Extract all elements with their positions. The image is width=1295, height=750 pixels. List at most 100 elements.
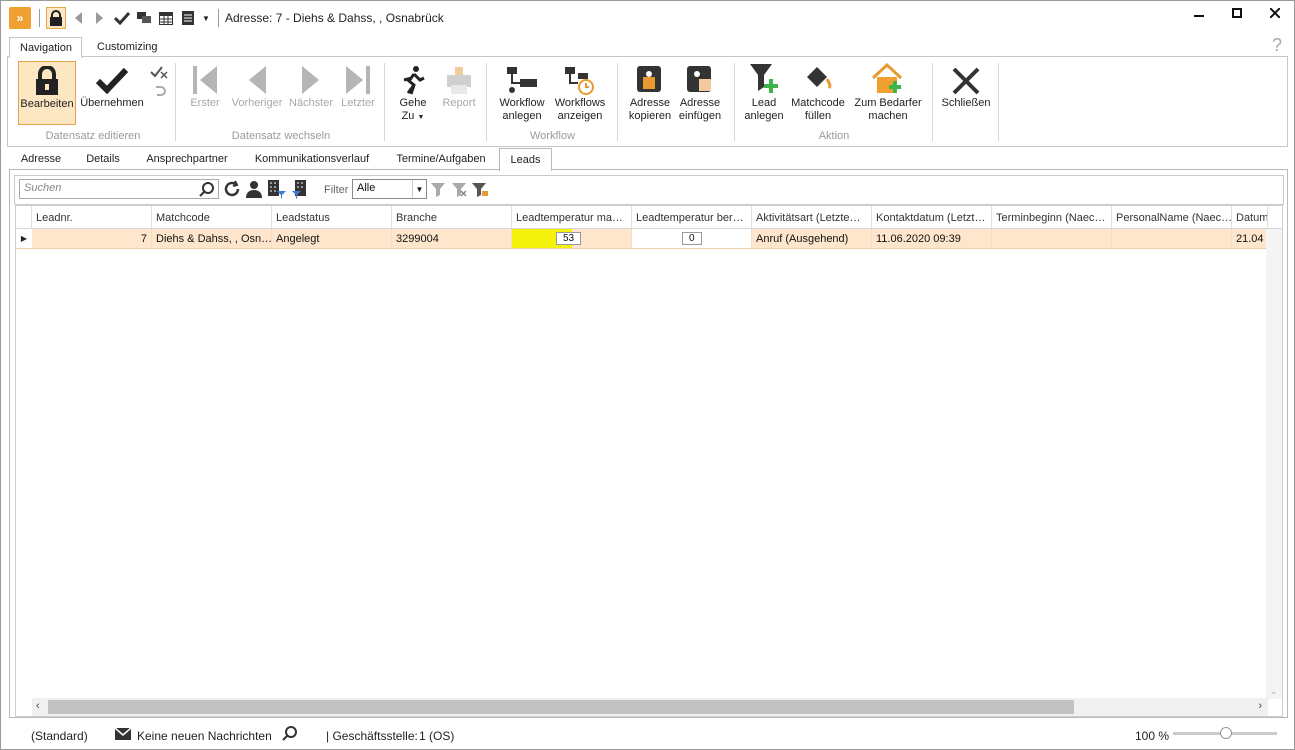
adresse-einfuegen-button[interactable]: Adresse einfügen: [676, 61, 724, 125]
column-header[interactable]: Leadtemperatur ber…: [632, 206, 752, 229]
tab-leads[interactable]: Leads: [499, 148, 552, 171]
uebernehmen-label: Übernehmen: [80, 97, 144, 109]
checkmark-icon: [96, 61, 128, 95]
cell-datum[interactable]: 21.04: [1232, 229, 1268, 248]
group-label-aktion: Aktion: [818, 130, 850, 142]
building-list-icon[interactable]: [291, 179, 311, 199]
tab-customizing[interactable]: Customizing: [87, 37, 167, 58]
tab-details[interactable]: Details: [75, 151, 131, 170]
magnifier-icon[interactable]: [282, 725, 298, 744]
matchcode-label-2: füllen: [804, 110, 832, 122]
calendar-icon[interactable]: [156, 7, 176, 29]
quickbar-dropdown-icon[interactable]: ▼: [200, 7, 212, 29]
temperature-value: 53: [556, 232, 582, 245]
minimize-icon[interactable]: [1180, 1, 1218, 25]
scroll-right-icon[interactable]: ›: [1258, 700, 1262, 712]
funnel-clear-icon[interactable]: [449, 179, 469, 199]
last-record-icon: [345, 61, 371, 95]
check-cancel-icon[interactable]: [150, 65, 168, 82]
cell-leadnr[interactable]: 7: [32, 229, 152, 248]
funnel-edit-icon[interactable]: [470, 179, 490, 199]
uebernehmen-button[interactable]: Übernehmen: [79, 61, 145, 125]
cell-leadstatus[interactable]: Angelegt: [272, 229, 392, 248]
matchcode-fuellen-button[interactable]: Matchcode füllen: [790, 61, 846, 125]
envelope-icon: [114, 727, 132, 743]
column-header[interactable]: Leadnr.: [32, 206, 152, 229]
column-header[interactable]: Matchcode: [152, 206, 272, 229]
status-branch-label: | Geschäftsstelle:: [326, 728, 418, 743]
building-filter-icon[interactable]: [267, 179, 287, 199]
search-input[interactable]: Suchen: [19, 179, 219, 199]
adresse-kopieren-button[interactable]: Adresse kopieren: [626, 61, 674, 125]
refresh-icon[interactable]: [222, 179, 242, 199]
cell-matchcode[interactable]: Diehs & Dahss, , Osn…: [152, 229, 272, 248]
scroll-down-icon[interactable]: ⌄: [1270, 686, 1278, 697]
workflow-anlegen-label-2: anlegen: [502, 110, 542, 122]
row-indicator-icon: ▶: [16, 229, 32, 248]
column-header[interactable]: Branche: [392, 206, 512, 229]
app-logo-icon[interactable]: »: [9, 7, 31, 29]
column-header[interactable]: Leadtemperatur ma…: [512, 206, 632, 229]
gehe-zu-label-2: Zu ▼: [402, 110, 425, 124]
tab-adresse[interactable]: Adresse: [9, 151, 73, 170]
forward-arrow-icon[interactable]: [90, 7, 110, 29]
matchcode-label-1: Matchcode: [791, 97, 845, 109]
letzter-label: Letzter: [341, 97, 375, 109]
close-x-icon: [952, 61, 980, 95]
tab-termine-aufgaben[interactable]: Termine/Aufgaben: [385, 151, 497, 170]
close-window-icon[interactable]: [1256, 1, 1294, 25]
search-icon[interactable]: [197, 179, 217, 199]
funnel-add-icon: [749, 61, 779, 95]
workflow-anlegen-button[interactable]: Workflow anlegen: [496, 61, 548, 125]
group-label-workflow: Workflow: [529, 130, 576, 142]
letzter-button[interactable]: Letzter: [338, 61, 378, 125]
cell-terminbeginn[interactable]: [992, 229, 1112, 248]
horizontal-scroll-thumb[interactable]: [48, 700, 1074, 714]
list-icon[interactable]: [178, 7, 198, 29]
naechster-button[interactable]: Nächster: [287, 61, 335, 125]
check-icon[interactable]: [112, 7, 132, 29]
person-icon[interactable]: [244, 179, 264, 199]
status-messages[interactable]: Keine neuen Nachrichten: [137, 729, 272, 743]
column-header[interactable]: Terminbeginn (Naec…: [992, 206, 1112, 229]
column-header[interactable]: Aktivitätsart (Letzte…: [752, 206, 872, 229]
column-header[interactable]: Kontaktdatum (Letzt…: [872, 206, 992, 229]
zum-bedarfer-button[interactable]: Zum Bedarfer machen: [849, 61, 927, 125]
cell-leadtemperatur-ber[interactable]: 0: [632, 229, 752, 248]
cell-leadtemperatur-ma[interactable]: 53: [512, 229, 632, 248]
report-button[interactable]: Report: [438, 61, 480, 125]
vertical-scrollbar[interactable]: ⌄: [1266, 229, 1282, 699]
previous-record-icon: [247, 61, 267, 95]
erster-button[interactable]: Erster: [184, 61, 226, 125]
lock-icon[interactable]: [46, 7, 66, 29]
cell-branche[interactable]: 3299004: [392, 229, 512, 248]
cell-aktivitaetsart[interactable]: Anruf (Ausgehend): [752, 229, 872, 248]
zoom-slider-knob[interactable]: [1220, 727, 1232, 739]
help-icon[interactable]: ?: [1272, 35, 1282, 56]
horizontal-scrollbar[interactable]: ‹ ›: [32, 698, 1268, 716]
column-header[interactable]: PersonalName (Naec…: [1112, 206, 1232, 229]
tab-kommunikationsverlauf[interactable]: Kommunikationsverlauf: [245, 151, 379, 170]
lead-anlegen-button[interactable]: Lead anlegen: [741, 61, 787, 125]
table-row[interactable]: ▶ 7 Diehs & Dahss, , Osn… Angelegt 32990…: [16, 229, 1282, 249]
funnel-icon[interactable]: [428, 179, 448, 199]
column-header[interactable]: Leadstatus: [272, 206, 392, 229]
scroll-left-icon[interactable]: ‹: [36, 700, 40, 712]
erster-label: Erster: [190, 97, 220, 109]
back-arrow-icon[interactable]: [68, 7, 88, 29]
vorheriger-button[interactable]: Vorheriger: [229, 61, 285, 125]
tab-navigation[interactable]: Navigation: [9, 37, 82, 58]
bearbeiten-button[interactable]: Bearbeiten: [18, 61, 76, 125]
column-header[interactable]: Datum: [1232, 206, 1268, 229]
filter-select[interactable]: Alle ▼: [352, 179, 427, 199]
undo-icon[interactable]: [152, 85, 166, 102]
gehe-zu-button[interactable]: Gehe Zu ▼: [394, 61, 432, 125]
tab-ansprechpartner[interactable]: Ansprechpartner: [135, 151, 239, 170]
status-standard[interactable]: (Standard): [31, 729, 88, 743]
chat-icon[interactable]: [134, 7, 154, 29]
cell-kontaktdatum[interactable]: 11.06.2020 09:39: [872, 229, 992, 248]
workflows-anzeigen-button[interactable]: Workflows anzeigen: [551, 61, 609, 125]
cell-personalname[interactable]: [1112, 229, 1232, 248]
maximize-icon[interactable]: [1218, 1, 1256, 25]
schliessen-button[interactable]: Schließen: [940, 61, 992, 125]
